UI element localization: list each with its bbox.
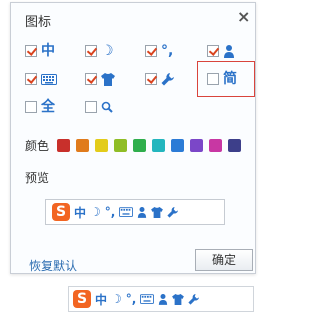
statusbar-wrench-icon[interactable] — [188, 293, 200, 305]
ime-status-bar: S 中 ☽ °, — [68, 286, 254, 312]
moon-icon: ☽ — [101, 43, 114, 59]
search-checkbox[interactable] — [85, 101, 97, 113]
preview-moon-icon: ☽ — [90, 205, 101, 219]
colors-label: 颜色 — [25, 139, 50, 153]
shirt-icon — [101, 72, 115, 86]
color-swatch-red[interactable] — [57, 139, 70, 152]
search-icon — [101, 101, 113, 113]
statusbar-punctuation-icon[interactable]: °, — [126, 292, 137, 306]
color-swatch-purple[interactable] — [190, 139, 203, 152]
preview-keyboard-icon — [119, 207, 134, 217]
color-swatch-yellow[interactable] — [95, 139, 108, 152]
statusbar-shirt-icon[interactable] — [172, 293, 185, 305]
halfwidth-checkbox[interactable] — [85, 45, 97, 57]
preview-label: 预览 — [25, 171, 50, 185]
keyboard-icon — [41, 73, 57, 85]
color-swatch-orange[interactable] — [76, 139, 89, 152]
fullwidth-char-icon: 全 — [41, 99, 55, 115]
preview-punctuation-icon: °, — [104, 205, 116, 219]
color-swatch-magenta[interactable] — [209, 139, 222, 152]
color-swatch-lime[interactable] — [114, 139, 127, 152]
ok-button[interactable]: 确定 — [195, 249, 253, 271]
statusbar-keyboard-icon[interactable] — [140, 294, 155, 304]
tools-checkbox[interactable] — [145, 73, 157, 85]
user-icon — [223, 44, 235, 58]
punctuation-checkbox[interactable] — [145, 45, 157, 57]
fullwidth-checkbox[interactable] — [25, 101, 37, 113]
statusbar-user-icon[interactable] — [158, 293, 168, 305]
color-swatch-navy[interactable] — [228, 139, 241, 152]
preview-shirt-icon — [151, 206, 164, 218]
preview-wrench-icon — [167, 206, 179, 218]
sogou-logo-icon: S — [52, 203, 70, 221]
keyboard-checkbox[interactable] — [25, 73, 37, 85]
restore-defaults-link[interactable]: 恢复默认 — [29, 257, 77, 274]
option-tools[interactable] — [145, 69, 174, 89]
option-keyboard[interactable] — [25, 69, 57, 89]
color-swatch-green[interactable] — [133, 139, 146, 152]
preview-toolbar: S 中 ☽ °, — [45, 199, 225, 225]
icon-settings-dialog: 图标 × 中 ☽ °, 简 全 颜色 预览 S 中 ☽ °, 恢复默认 确定 — [10, 2, 256, 274]
statusbar-moon-icon[interactable]: ☽ — [111, 292, 122, 306]
option-fullwidth[interactable]: 全 — [25, 97, 55, 117]
dialog-title: 图标 — [25, 15, 52, 30]
option-user[interactable] — [207, 41, 235, 61]
option-halfwidth[interactable]: ☽ — [85, 41, 114, 61]
statusbar-chinese-icon[interactable]: 中 — [95, 291, 107, 308]
chinese-char-icon: 中 — [41, 43, 55, 59]
option-punctuation[interactable]: °, — [145, 41, 173, 61]
preview-chinese-icon: 中 — [74, 205, 87, 220]
wrench-icon — [161, 72, 174, 86]
color-swatch-teal[interactable] — [152, 139, 165, 152]
preview-user-icon — [137, 206, 147, 218]
close-icon[interactable]: × — [237, 7, 250, 26]
option-skin[interactable] — [85, 69, 115, 89]
option-chinese[interactable]: 中 — [25, 41, 55, 61]
punctuation-icon: °, — [161, 43, 174, 59]
chinese-checkbox[interactable] — [25, 45, 37, 57]
highlight-box — [197, 61, 255, 97]
option-search[interactable] — [85, 97, 113, 117]
color-swatch-blue[interactable] — [171, 139, 184, 152]
sogou-logo-icon[interactable]: S — [73, 290, 91, 308]
user-checkbox[interactable] — [207, 45, 219, 57]
skin-checkbox[interactable] — [85, 73, 97, 85]
